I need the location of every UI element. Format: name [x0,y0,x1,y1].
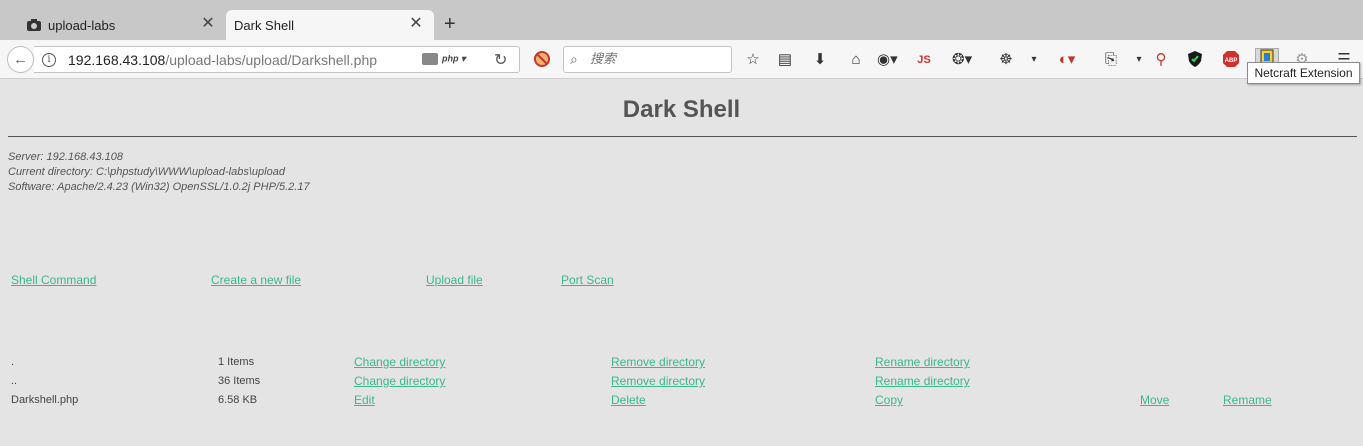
search-icon: ⌕ [570,51,578,67]
file-size: 36 Items [218,375,261,387]
nav-bar: ← i 192.168.43.108/upload-labs/upload/Da… [0,40,1363,79]
page-content: Dark Shell Server: 192.168.43.108 Curren… [0,80,1363,446]
edit-link[interactable]: Edit [354,393,375,407]
reload-icon[interactable]: ↻ [494,50,507,70]
tab-label: upload-labs [48,17,116,33]
proxy-icon[interactable]: ❂▾ [952,50,972,70]
php-server-icon[interactable]: php ▾ [422,53,466,65]
tab-bar: upload-labs ✕ Dark Shell ✕ + [0,0,1363,40]
rename-link[interactable]: Remame [1223,393,1272,407]
current-directory-info: Current directory: C:\phpstudy\WWW\uploa… [8,166,285,178]
file-name: Darkshell.php [11,394,79,406]
copy-link[interactable]: Copy [875,393,903,407]
tab-label: Dark Shell [234,17,294,33]
dropdown-icon[interactable]: ▾ [1129,50,1149,70]
hackbar-icon[interactable]: ◐▾ [1057,50,1077,70]
home-icon[interactable]: ⌂ [846,50,866,70]
rename-directory-link[interactable]: Rename directory [875,355,970,369]
rename-directory-link[interactable]: Rename directory [875,374,970,388]
change-directory-link[interactable]: Change directory [354,355,445,369]
tab-upload-labs[interactable]: upload-labs ✕ [14,10,226,40]
software-info: Software: Apache/2.4.23 (Win32) OpenSSL/… [8,181,310,193]
svg-text:ABP: ABP [1225,58,1238,64]
port-scan-link[interactable]: Port Scan [561,273,614,287]
create-new-file-link[interactable]: Create a new file [211,273,301,287]
no-script-icon[interactable] [532,50,552,70]
back-arrow-icon[interactable]: ← [7,46,34,73]
close-tab-icon[interactable]: ✕ [200,16,216,32]
dropdown-icon[interactable]: ▾ [1024,50,1044,70]
change-directory-link[interactable]: Change directory [354,374,445,388]
js-toggle-icon[interactable]: JS [914,50,934,70]
search-box[interactable]: ⌕ [563,46,732,73]
divider [8,136,1357,137]
adblock-icon[interactable]: ABP [1221,50,1241,70]
page-title: Dark Shell [622,96,741,123]
globe-icon[interactable]: ◉▾ [877,50,898,70]
tab-dark-shell[interactable]: Dark Shell ✕ [226,10,434,40]
cookie-icon[interactable]: ☸ [996,50,1016,70]
reading-list-icon[interactable]: ▤ [775,50,795,70]
delete-link[interactable]: Delete [611,393,646,407]
file-size: 1 Items [218,356,255,368]
camera-favicon-icon [26,17,42,33]
file-name: .. [11,375,18,387]
file-size: 6.58 KB [218,394,258,406]
server-info: Server: 192.168.43.108 [8,151,123,163]
move-link[interactable]: Move [1140,393,1169,407]
url-bar[interactable]: i 192.168.43.108/upload-labs/upload/Dark… [34,46,520,73]
info-icon[interactable]: i [42,53,56,67]
url-text[interactable]: 192.168.43.108/upload-labs/upload/Darksh… [68,52,377,68]
file-name: . [11,356,15,368]
remove-directory-link[interactable]: Remove directory [611,374,705,388]
search-input[interactable] [590,51,728,66]
copy-page-icon[interactable]: ⎘ [1101,50,1121,70]
bookmark-star-icon[interactable]: ☆ [743,50,763,70]
search-plugin-icon[interactable]: ⚲ [1151,50,1171,70]
new-tab-icon[interactable]: + [444,14,456,34]
upload-file-link[interactable]: Upload file [426,273,483,287]
shield-icon[interactable] [1185,50,1205,70]
download-icon[interactable]: ⬇ [810,50,830,70]
remove-directory-link[interactable]: Remove directory [611,355,705,369]
close-tab-icon[interactable]: ✕ [408,16,424,32]
shell-command-link[interactable]: Shell Command [11,273,96,287]
